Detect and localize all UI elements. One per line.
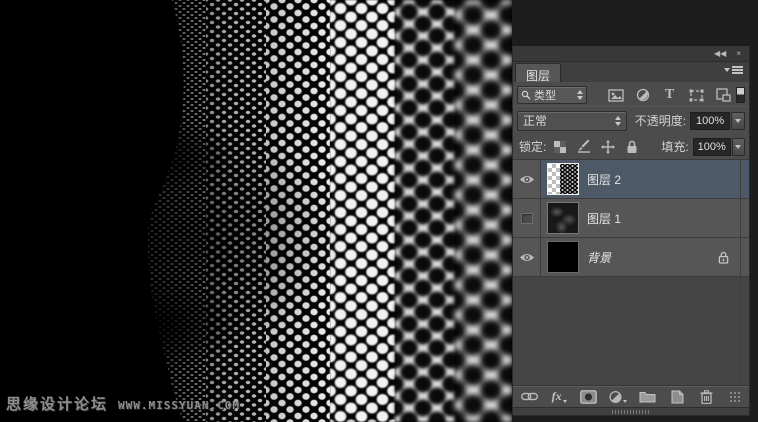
panel-menu-button[interactable]: [724, 66, 743, 74]
filter-kind-label: 类型: [534, 87, 574, 103]
pixel-layers-filter-icon[interactable]: [607, 87, 624, 103]
blend-mode-dropdown[interactable]: 正常: [517, 111, 627, 131]
link-layers-button[interactable]: [521, 389, 538, 405]
new-group-folder-button[interactable]: [639, 389, 656, 405]
layer-thumbnail[interactable]: [547, 202, 579, 234]
panel-tab-row: 图层: [513, 62, 749, 82]
chevron-down-icon: [563, 400, 567, 403]
layer-thumbnail[interactable]: [547, 163, 579, 195]
drag-grip-icon: [612, 410, 650, 414]
spinner-arrows-icon: [577, 90, 583, 100]
menu-icon: [732, 66, 743, 74]
lock-icon: [718, 251, 729, 264]
photoshop-workspace: 思缘设计论坛 WWW.MISSYUAN.COM ◀◀ × 图层 类型: [0, 0, 758, 422]
chevron-down-icon: [724, 68, 730, 72]
watermark-site-name: 思缘设计论坛: [6, 393, 108, 414]
shading-overlay: [0, 0, 512, 422]
blend-mode-value: 正常: [523, 112, 615, 129]
lock-position-icon[interactable]: [600, 140, 615, 154]
lock-row: 锁定: 填充: 100%: [513, 134, 749, 160]
adjustment-layers-filter-icon[interactable]: [634, 87, 651, 103]
layer-style-fx-button[interactable]: fx: [550, 389, 567, 405]
visibility-cell[interactable]: [513, 238, 541, 276]
chevron-down-icon: [623, 400, 627, 403]
eye-icon: [519, 252, 535, 263]
panel-drag-strip[interactable]: [513, 407, 749, 415]
layer-locked-indicator: [718, 251, 729, 264]
shape-layers-filter-icon[interactable]: [688, 87, 705, 103]
lock-all-icon[interactable]: [624, 140, 639, 154]
eye-off-box-icon: [521, 213, 533, 224]
layer-row-2[interactable]: 图层 2: [513, 160, 749, 199]
opacity-dropdown-button[interactable]: [731, 112, 745, 130]
blend-mode-row: 正常 不透明度: 100%: [513, 106, 749, 134]
lock-image-pixels-icon[interactable]: [576, 140, 591, 154]
eye-icon: [519, 174, 535, 185]
scrollbar-gutter[interactable]: [740, 160, 741, 385]
chevron-down-icon: [735, 145, 741, 149]
fill-label: 填充:: [661, 138, 688, 155]
fill-dropdown-button[interactable]: [732, 138, 745, 156]
layer-thumbnail[interactable]: [547, 241, 579, 273]
lock-transparent-pixels-icon[interactable]: [552, 140, 567, 154]
new-adjustment-layer-button[interactable]: [609, 389, 627, 405]
new-layer-button[interactable]: [669, 389, 686, 405]
layer-name[interactable]: 图层 2: [587, 171, 621, 188]
chevron-down-icon: [735, 119, 741, 123]
layers-panel: ◀◀ × 图层 类型: [512, 46, 750, 416]
panel-resize-grip[interactable]: [729, 391, 741, 403]
watermark-url: WWW.MISSYUAN.COM: [118, 399, 240, 412]
panel-title-bar: ◀◀ ×: [513, 46, 749, 62]
type-layers-filter-icon[interactable]: T: [661, 87, 678, 103]
halftone-artwork: [0, 0, 512, 422]
lock-icon-group: [552, 140, 639, 154]
layer-filtering-toggle[interactable]: [736, 87, 745, 103]
close-panel-icon[interactable]: ×: [736, 50, 741, 58]
opacity-label: 不透明度:: [635, 112, 686, 129]
layer-name[interactable]: 图层 1: [587, 210, 621, 227]
app-background-strip: [750, 0, 758, 422]
visibility-cell[interactable]: [513, 160, 541, 198]
tab-layers[interactable]: 图层: [515, 63, 561, 82]
visibility-cell[interactable]: [513, 199, 541, 237]
delete-layer-button[interactable]: [698, 389, 715, 405]
search-icon: [521, 90, 531, 100]
opacity-value-field[interactable]: 100%: [690, 112, 730, 130]
panel-bottom-bar: fx: [513, 385, 749, 407]
watermark: 思缘设计论坛 WWW.MISSYUAN.COM: [6, 393, 240, 414]
lock-label: 锁定:: [519, 138, 546, 155]
layer-row-background[interactable]: 背景: [513, 238, 749, 277]
layer-list: 图层 2 图层 1: [513, 160, 749, 385]
spinner-arrows-icon: [615, 116, 621, 126]
filter-icon-group: T: [607, 87, 732, 103]
layer-filter-row: 类型 T: [513, 82, 749, 106]
layer-row-1[interactable]: 图层 1: [513, 199, 749, 238]
collapse-panels-icon[interactable]: ◀◀: [714, 50, 726, 58]
layer-name[interactable]: 背景: [587, 249, 611, 266]
smart-object-filter-icon[interactable]: [715, 87, 732, 103]
document-canvas[interactable]: 思缘设计论坛 WWW.MISSYUAN.COM: [0, 0, 512, 422]
filter-kind-dropdown[interactable]: 类型: [517, 86, 587, 104]
fill-value-field[interactable]: 100%: [693, 138, 731, 156]
add-layer-mask-button[interactable]: [580, 389, 597, 405]
